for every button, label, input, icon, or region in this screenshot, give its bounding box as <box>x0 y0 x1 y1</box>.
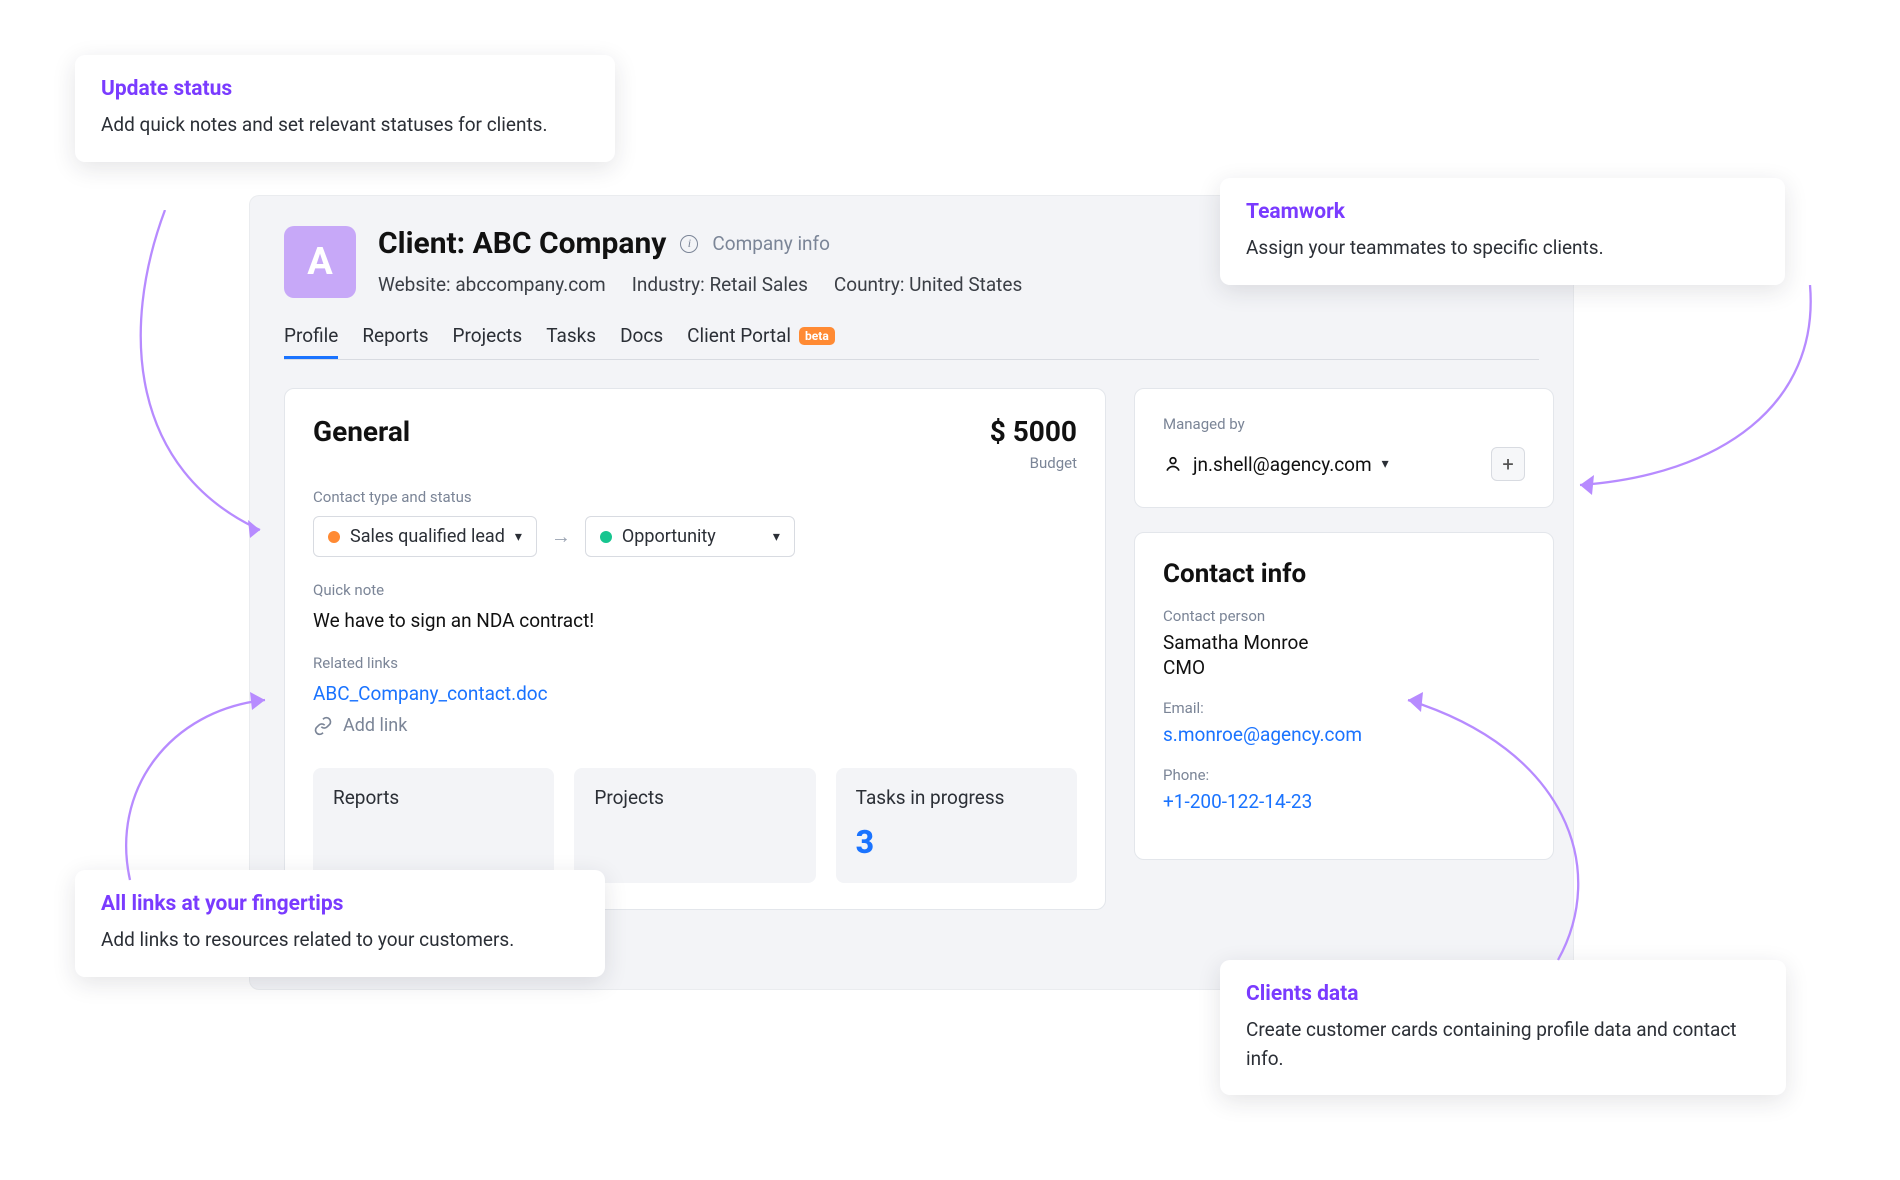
callout-title: All links at your fingertips <box>101 892 579 916</box>
managed-by-email: jn.shell@agency.com <box>1193 453 1372 476</box>
stat-tasks[interactable]: Tasks in progress 3 <box>836 768 1077 883</box>
callout-body: Create customer cards containing profile… <box>1246 1016 1760 1073</box>
contact-person-name: Samatha Monroe <box>1163 631 1525 654</box>
stat-reports[interactable]: Reports <box>313 768 554 883</box>
callout-title: Clients data <box>1246 982 1760 1006</box>
client-avatar: A <box>284 226 356 298</box>
contact-info-title: Contact info <box>1163 559 1525 589</box>
contact-phone-label: Phone: <box>1163 766 1525 784</box>
add-link-button[interactable]: Add link <box>313 715 407 736</box>
tab-tasks-label: Tasks <box>546 324 596 347</box>
status-dot-orange-icon <box>328 531 340 543</box>
chevron-down-icon: ▾ <box>773 529 780 545</box>
managed-by-label: Managed by <box>1163 415 1525 433</box>
tab-projects-label: Projects <box>453 324 523 347</box>
contact-email-value[interactable]: s.monroe@agency.com <box>1163 723 1525 746</box>
callout-body: Add quick notes and set relevant statuse… <box>101 111 589 140</box>
stat-tasks-value: 3 <box>856 823 1057 861</box>
tab-reports[interactable]: Reports <box>362 324 428 359</box>
tab-profile-label: Profile <box>284 324 338 347</box>
client-website: Website: abccompany.com <box>378 273 606 296</box>
stat-projects[interactable]: Projects <box>574 768 815 883</box>
chevron-down-icon: ▾ <box>1382 456 1389 472</box>
budget-amount: $ 5000 <box>990 415 1077 448</box>
callout-body: Assign your teammates to specific client… <box>1246 234 1759 263</box>
status-to-label: Opportunity <box>622 526 716 547</box>
quick-note-text: We have to sign an NDA contract! <box>313 609 1077 632</box>
tab-profile[interactable]: Profile <box>284 324 338 359</box>
stat-projects-label: Projects <box>594 786 795 809</box>
status-from-label: Sales qualified lead <box>350 526 505 547</box>
client-industry: Industry: Retail Sales <box>632 273 808 296</box>
callout-title: Teamwork <box>1246 200 1759 224</box>
tab-client-portal[interactable]: Client Portal beta <box>687 324 835 359</box>
avatar-letter: A <box>307 240 333 284</box>
beta-badge: beta <box>799 327 835 345</box>
contact-email-label: Email: <box>1163 699 1525 717</box>
related-link-file[interactable]: ABC_Company_contact.doc <box>313 682 1077 705</box>
link-icon <box>313 716 333 736</box>
arrow-right-icon: → <box>551 524 571 549</box>
status-to-dropdown[interactable]: Opportunity ▾ <box>585 516 795 557</box>
info-icon[interactable]: i <box>680 235 698 253</box>
callout-all-links: All links at your fingertips Add links t… <box>75 870 605 977</box>
add-manager-button[interactable]: + <box>1491 447 1525 481</box>
stat-tasks-label: Tasks in progress <box>856 786 1057 809</box>
plus-icon: + <box>1502 452 1513 476</box>
callout-body: Add links to resources related to your c… <box>101 926 579 955</box>
status-from-dropdown[interactable]: Sales qualified lead ▾ <box>313 516 537 557</box>
contact-type-label: Contact type and status <box>313 488 1077 506</box>
managed-by-dropdown[interactable]: jn.shell@agency.com ▾ <box>1163 453 1389 476</box>
general-title: General <box>313 415 410 448</box>
budget-label: Budget <box>990 454 1077 472</box>
tab-projects[interactable]: Projects <box>453 324 523 359</box>
tab-tasks[interactable]: Tasks <box>546 324 596 359</box>
client-title: Client: ABC Company <box>378 226 666 261</box>
status-dot-green-icon <box>600 531 612 543</box>
contact-info-card: Contact info Contact person Samatha Monr… <box>1134 532 1554 860</box>
contact-phone-value[interactable]: +1-200-122-14-23 <box>1163 790 1525 813</box>
tab-reports-label: Reports <box>362 324 428 347</box>
tab-docs-label: Docs <box>620 324 663 347</box>
quick-note-label: Quick note <box>313 581 1077 599</box>
add-link-label: Add link <box>343 715 407 736</box>
tab-docs[interactable]: Docs <box>620 324 663 359</box>
chevron-down-icon: ▾ <box>515 529 522 545</box>
managed-by-card: Managed by jn.shell@agency.com ▾ <box>1134 388 1554 508</box>
contact-person-role: CMO <box>1163 656 1525 679</box>
callout-arrow-icon <box>1560 285 1820 505</box>
company-info-label: Company info <box>712 232 830 255</box>
contact-person-label: Contact person <box>1163 607 1525 625</box>
callout-title: Update status <box>101 77 589 101</box>
client-tabs: Profile Reports Projects Tasks Docs Clie… <box>284 320 1539 360</box>
client-country: Country: United States <box>834 273 1022 296</box>
related-links-label: Related links <box>313 654 1077 672</box>
tab-client-portal-label: Client Portal <box>687 324 791 347</box>
person-icon <box>1163 454 1183 474</box>
callout-update-status: Update status Add quick notes and set re… <box>75 55 615 162</box>
callout-clients-data: Clients data Create customer cards conta… <box>1220 960 1786 1095</box>
stat-reports-label: Reports <box>333 786 534 809</box>
callout-teamwork: Teamwork Assign your teammates to specif… <box>1220 178 1785 285</box>
general-card: General $ 5000 Budget Contact type and s… <box>284 388 1106 910</box>
